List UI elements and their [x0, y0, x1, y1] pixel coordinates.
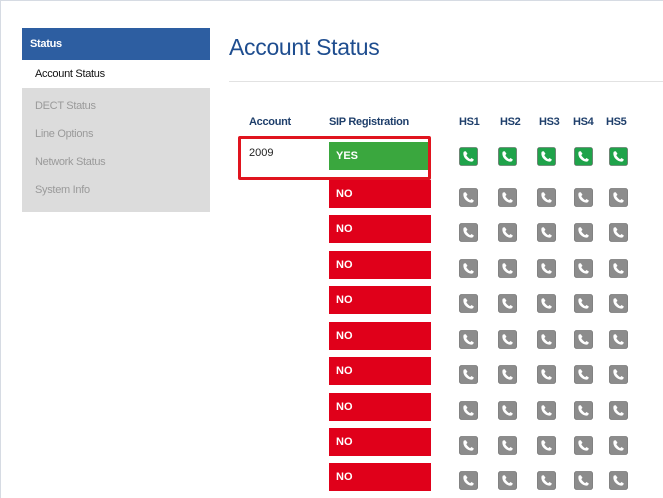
- phone-inactive-icon: [498, 259, 517, 278]
- phone-inactive-icon: [609, 365, 628, 384]
- window-border-left: [0, 0, 1, 498]
- phone-inactive-icon: [537, 294, 556, 313]
- phone-inactive-icon: [537, 401, 556, 420]
- phone-inactive-icon: [574, 365, 593, 384]
- phone-inactive-icon: [574, 471, 593, 490]
- sidebar-item-account-status[interactable]: Account Status: [22, 60, 210, 88]
- phone-inactive-icon: [609, 294, 628, 313]
- phone-inactive-icon: [574, 259, 593, 278]
- phone-inactive-icon: [537, 223, 556, 242]
- sidebar-item-system-info[interactable]: System Info: [22, 176, 210, 204]
- phone-inactive-icon: [459, 259, 478, 278]
- column-header-sip-registration: SIP Registration: [329, 116, 409, 128]
- phone-active-icon: [537, 147, 556, 166]
- phone-inactive-icon: [459, 436, 478, 455]
- phone-inactive-icon: [609, 188, 628, 207]
- title-divider: [229, 81, 663, 82]
- sidebar: Status Account Status DECT Status Line O…: [22, 28, 210, 212]
- phone-active-icon: [498, 147, 517, 166]
- sidebar-header-status[interactable]: Status: [22, 28, 210, 60]
- sidebar-item-line-options[interactable]: Line Options: [22, 120, 210, 148]
- phone-inactive-icon: [574, 436, 593, 455]
- phone-inactive-icon: [574, 223, 593, 242]
- phone-active-icon: [609, 147, 628, 166]
- phone-inactive-icon: [609, 436, 628, 455]
- highlight-box: [238, 136, 431, 180]
- phone-inactive-icon: [609, 223, 628, 242]
- phone-inactive-icon: [498, 223, 517, 242]
- phone-inactive-icon: [574, 330, 593, 349]
- sip-status-no: NO: [329, 251, 431, 279]
- phone-inactive-icon: [498, 330, 517, 349]
- phone-inactive-icon: [498, 188, 517, 207]
- sip-status-no: NO: [329, 215, 431, 243]
- phone-inactive-icon: [459, 294, 478, 313]
- phone-inactive-icon: [498, 365, 517, 384]
- phone-inactive-icon: [609, 259, 628, 278]
- sip-status-no: NO: [329, 357, 431, 385]
- phone-inactive-icon: [537, 259, 556, 278]
- column-header-hs1: HS1: [459, 116, 480, 128]
- phone-inactive-icon: [574, 401, 593, 420]
- phone-inactive-icon: [459, 365, 478, 384]
- column-header-hs4: HS4: [573, 116, 594, 128]
- phone-inactive-icon: [459, 188, 478, 207]
- phone-inactive-icon: [537, 365, 556, 384]
- phone-inactive-icon: [609, 401, 628, 420]
- page-title: Account Status: [229, 34, 380, 60]
- phone-inactive-icon: [537, 188, 556, 207]
- phone-active-icon: [574, 147, 593, 166]
- phone-inactive-icon: [498, 436, 517, 455]
- phone-inactive-icon: [459, 471, 478, 490]
- sip-status-no: NO: [329, 286, 431, 314]
- sip-status-no: NO: [329, 180, 431, 208]
- sidebar-item-dect-status[interactable]: DECT Status: [22, 92, 210, 120]
- phone-inactive-icon: [609, 471, 628, 490]
- column-header-hs5: HS5: [606, 116, 627, 128]
- column-header-hs2: HS2: [500, 116, 521, 128]
- phone-inactive-icon: [537, 436, 556, 455]
- sidebar-item-network-status[interactable]: Network Status: [22, 148, 210, 176]
- phone-inactive-icon: [537, 330, 556, 349]
- phone-inactive-icon: [498, 294, 517, 313]
- phone-inactive-icon: [574, 188, 593, 207]
- column-header-hs3: HS3: [539, 116, 560, 128]
- phone-active-icon: [459, 147, 478, 166]
- sip-status-no: NO: [329, 428, 431, 456]
- phone-inactive-icon: [459, 330, 478, 349]
- phone-inactive-icon: [498, 471, 517, 490]
- phone-inactive-icon: [459, 223, 478, 242]
- sip-status-no: NO: [329, 393, 431, 421]
- sip-status-no: NO: [329, 322, 431, 350]
- window-border-top: [0, 0, 663, 1]
- phone-inactive-icon: [498, 401, 517, 420]
- phone-inactive-icon: [609, 330, 628, 349]
- phone-inactive-icon: [574, 294, 593, 313]
- phone-inactive-icon: [537, 471, 556, 490]
- phone-inactive-icon: [459, 401, 478, 420]
- column-header-account: Account: [249, 116, 291, 128]
- sip-status-no: NO: [329, 463, 431, 491]
